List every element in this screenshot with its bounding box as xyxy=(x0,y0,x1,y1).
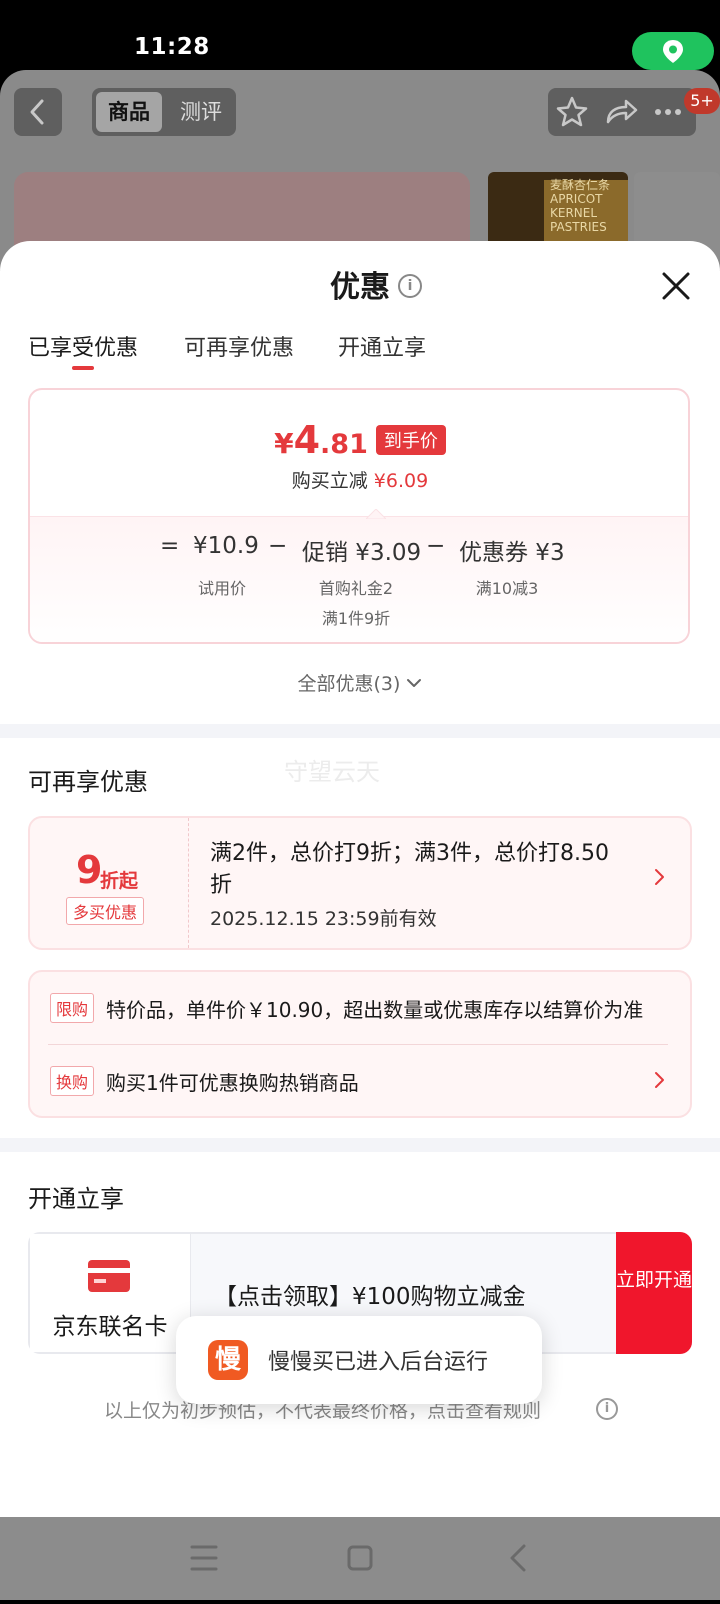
more-icon[interactable] xyxy=(655,109,681,115)
product-image-text: 麦酥杏仁条 APRICOT KERNEL PASTRIES xyxy=(550,178,611,234)
chevron-right-icon xyxy=(655,1072,664,1088)
location-pin-icon xyxy=(663,40,683,63)
minus-sign: − xyxy=(268,533,288,559)
notification-badge: 5+ xyxy=(684,88,720,114)
limit-badge: 限购 xyxy=(50,993,95,1023)
trial-price-desc: 试用价 xyxy=(197,579,246,598)
info-icon[interactable]: i xyxy=(398,274,422,298)
tab-indicator xyxy=(72,366,94,370)
sheet-title: 优惠 xyxy=(330,270,390,305)
menu-icon[interactable] xyxy=(190,1545,218,1571)
section-divider xyxy=(0,724,720,738)
final-price-tag: 到手价 xyxy=(375,425,446,455)
multi-buy-badge: 多买优惠 xyxy=(66,897,145,925)
back-button[interactable] xyxy=(14,88,62,136)
multi-buy-valid: 2025.12.15 23:59前有效 xyxy=(210,908,437,930)
exchange-chevron[interactable] xyxy=(654,1071,666,1093)
section-title-open: 开通立享 xyxy=(28,1185,124,1213)
credit-card-icon xyxy=(88,1260,130,1292)
exchange-rule-text[interactable]: 购买1件可优惠换购热销商品 xyxy=(106,1067,359,1096)
jd-card-offer-text[interactable]: 【点击领取】¥100购物立减金 xyxy=(214,1277,526,1311)
limit-rule-text: 特价品，单件价￥10.90，超出数量或优惠库存以结算价为准 xyxy=(106,998,644,1022)
star-icon[interactable] xyxy=(556,96,588,127)
coupon-desc: 满10减3 xyxy=(475,579,539,598)
back-nav-icon[interactable] xyxy=(510,1544,526,1572)
instant-saving: 购买立减 ¥6.09 xyxy=(291,470,429,492)
final-price: ¥4.81 到手价 xyxy=(0,418,720,462)
app-icon: 慢 xyxy=(208,1340,248,1380)
close-icon xyxy=(662,272,690,300)
discount-number: 9 xyxy=(76,848,103,892)
promo-desc: 首购礼金2 xyxy=(318,579,394,598)
jd-card-name: 京东联名卡 xyxy=(52,1314,168,1340)
rule-separator xyxy=(48,1044,668,1045)
close-button[interactable] xyxy=(656,266,696,306)
navigation-bar xyxy=(0,1517,720,1600)
tab-enjoyed-discounts[interactable]: 已享受优惠 xyxy=(28,330,138,362)
tab-more-discounts[interactable]: 可再享优惠 xyxy=(184,330,294,362)
status-time: 11:28 xyxy=(134,34,210,60)
exchange-badge: 换购 xyxy=(50,1066,95,1096)
promo-desc-2: 满1件9折 xyxy=(321,609,391,628)
promo-value: 促销 ¥3.09 xyxy=(302,540,422,566)
home-icon[interactable] xyxy=(347,1545,373,1571)
chevron-left-icon xyxy=(30,99,44,125)
multi-buy-text: 满2件，总价打9折；满3件，总价打8.50折 xyxy=(210,841,609,898)
section-title-more: 可再享优惠 xyxy=(28,768,148,796)
discount-unit: 折起 xyxy=(100,870,139,892)
share-icon[interactable] xyxy=(606,99,638,124)
section-divider-2 xyxy=(0,1138,720,1152)
tab-open-enjoy[interactable]: 开通立享 xyxy=(338,330,426,362)
coupon-value: 优惠券 ¥3 xyxy=(459,540,565,566)
saving-amount: ¥6.09 xyxy=(373,470,429,492)
tab-product[interactable]: 商品 xyxy=(96,92,162,132)
toast-text: 慢慢买已进入后台运行 xyxy=(268,1350,489,1375)
open-now-button[interactable]: 立即开通 xyxy=(616,1232,692,1354)
equals-sign: = xyxy=(160,533,180,559)
info-icon-footnote[interactable]: i xyxy=(596,1398,618,1420)
all-discounts-toggle[interactable]: 全部优惠(3) xyxy=(0,669,720,696)
chevron-right-icon xyxy=(655,869,664,885)
watermark: 守望云天 xyxy=(284,758,380,786)
multi-buy-chevron[interactable] xyxy=(654,868,666,890)
chevron-down-icon xyxy=(407,679,422,687)
minus-sign-2: − xyxy=(426,533,446,559)
trial-price-value: ¥10.9 xyxy=(193,533,259,559)
status-bar xyxy=(0,0,720,70)
tab-review[interactable]: 测评 xyxy=(170,92,232,132)
location-indicator xyxy=(632,32,714,70)
top-action-group xyxy=(548,88,696,136)
